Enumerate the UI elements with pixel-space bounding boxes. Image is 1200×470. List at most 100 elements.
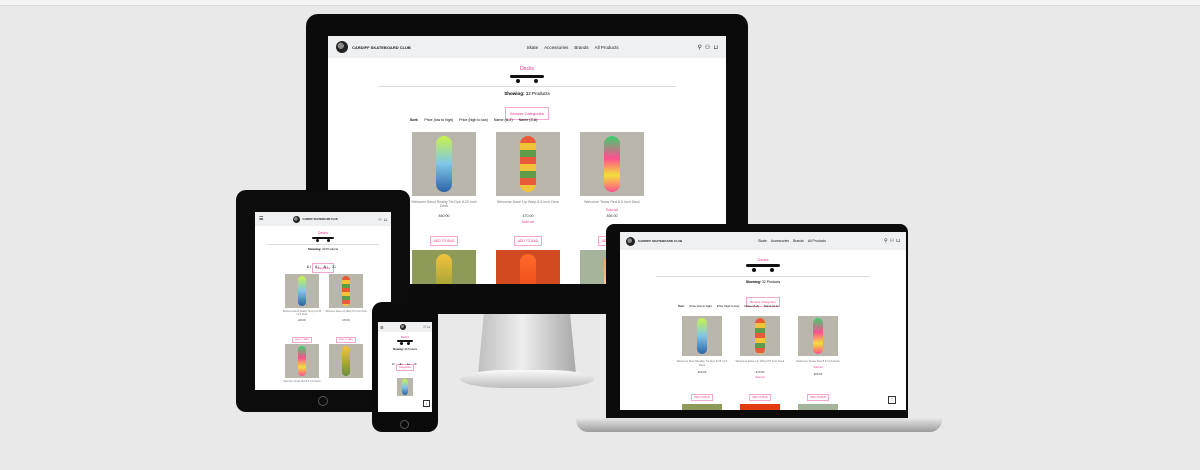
product-image[interactable]: [329, 274, 363, 308]
sort-price-asc[interactable]: £↑: [392, 362, 395, 366]
add-to-bag-button[interactable]: ADD TO BAG: [292, 337, 312, 343]
divider: [267, 244, 379, 245]
add-to-bag-button[interactable]: ADD TO BAG: [513, 236, 543, 246]
nav-link-all-products[interactable]: All Products: [808, 239, 826, 243]
sort-price-desc[interactable]: £↓: [400, 362, 403, 366]
bag-icon[interactable]: ⊔: [713, 44, 718, 51]
user-icon[interactable]: ⚇: [378, 217, 382, 222]
menu-icon[interactable]: ☰: [259, 216, 263, 222]
nav-link-brands[interactable]: Brands: [793, 239, 804, 243]
sort-price-asc[interactable]: Price (low to high): [424, 118, 453, 122]
showing-count: Showing: 32 Products: [255, 247, 391, 251]
search-icon[interactable]: ⚲: [884, 238, 888, 244]
showing-count: Showing: 32 Products: [328, 91, 726, 96]
user-icon[interactable]: ⚇: [423, 325, 426, 329]
deck-graphic: [813, 318, 823, 354]
product-image[interactable]: [329, 344, 363, 378]
sort-label: Sort:: [410, 118, 419, 122]
deck-graphic: [604, 136, 620, 192]
sort-name-desc[interactable]: Z↓: [414, 362, 417, 366]
sort-price-asc[interactable]: Price (low to high): [690, 304, 712, 308]
brand-name[interactable]: CARDIFF SKATEBOARD CLUB: [638, 239, 682, 243]
user-icon[interactable]: ⚇: [890, 238, 894, 244]
logo-icon[interactable]: [293, 215, 301, 223]
sort-icons: £↑ £↓ A↓ Z↓: [392, 362, 418, 366]
product-image[interactable]: [412, 250, 476, 284]
sort-name-desc[interactable]: Name (Z-A): [764, 304, 779, 308]
product-name[interactable]: Welcome Bend Reality Tie Dye 8.25 Inch D…: [281, 310, 323, 316]
product-name[interactable]: Welcome Bend Reality Tie Dye 8.25 Inch D…: [408, 200, 480, 208]
product-name[interactable]: Welcome Dave Lip Warp 8.5 Inch Deck: [325, 310, 367, 313]
deck-graphic: [520, 136, 536, 192]
logo-icon[interactable]: [336, 41, 348, 53]
sort-price-asc[interactable]: £↑: [307, 264, 311, 269]
product-image[interactable]: [798, 404, 838, 410]
sort-price-desc[interactable]: Price (high to low): [717, 304, 739, 308]
sort-name-asc[interactable]: Name (A-Z): [744, 304, 759, 308]
brand-name[interactable]: CARDIFF SKATEBOARD CLUB: [302, 218, 337, 221]
brand-name[interactable]: CARDIFF SKATEBOARD CLUB: [352, 45, 411, 50]
laptop-base: [576, 418, 942, 432]
sort-name-desc[interactable]: Name (Z-A): [519, 118, 538, 122]
nav-link-brands[interactable]: Brands: [574, 45, 588, 50]
product-name[interactable]: Welcome Dave Lip Warp 8.5 Inch Deck: [492, 200, 564, 204]
showing-count: Showing: 32 Products: [620, 280, 906, 284]
sort-price-desc[interactable]: £↓: [315, 264, 319, 269]
product-image[interactable]: [682, 404, 722, 410]
logo-icon[interactable]: [626, 236, 635, 246]
showing-label: Showing:: [307, 247, 322, 251]
product-image[interactable]: [580, 132, 644, 196]
logo-icon[interactable]: [399, 324, 406, 330]
deck-graphic: [298, 276, 306, 306]
add-to-bag-button[interactable]: ADD TO BAG: [429, 236, 459, 246]
tablet-home-button: [318, 396, 328, 406]
sort-price-desc[interactable]: Price (high to low): [459, 118, 488, 122]
showing-label: Showing:: [392, 348, 404, 351]
back-to-top-button[interactable]: ↑: [888, 396, 896, 404]
back-to-top-button[interactable]: ↑: [423, 400, 430, 407]
product-image[interactable]: [740, 404, 780, 410]
search-icon[interactable]: ⚲: [698, 44, 702, 51]
laptop-screen: CARDIFF SKATEBOARD CLUB Skate Accessorie…: [620, 232, 906, 410]
product-image[interactable]: [740, 316, 780, 356]
navbar: CARDIFF SKATEBOARD CLUB Skate Accessorie…: [328, 36, 726, 58]
sort-name-asc[interactable]: A↓: [407, 362, 411, 366]
user-icon[interactable]: ⚇: [705, 44, 710, 51]
add-to-bag-button[interactable]: ADD TO BAG: [807, 394, 829, 401]
product-price: £65.00: [813, 372, 823, 376]
bag-icon[interactable]: ⊔: [384, 217, 387, 222]
product-image[interactable]: [682, 316, 722, 356]
nav-links: Skate Accessories Brands All Products: [702, 239, 882, 243]
menu-icon[interactable]: ☰: [380, 325, 384, 330]
add-to-bag-button[interactable]: ADD TO BAG: [749, 394, 771, 401]
sort-name-asc[interactable]: A↓: [323, 264, 328, 269]
product-image[interactable]: [397, 378, 413, 396]
product-image[interactable]: [412, 132, 476, 196]
product-name[interactable]: Welcome Texas Red 8.5 Inch Deck: [792, 359, 844, 363]
product-image[interactable]: [496, 132, 560, 196]
product-image[interactable]: [496, 250, 560, 284]
product-name[interactable]: Welcome Texas Red 8.5 Inch Deck: [281, 380, 323, 383]
bag-icon[interactable]: ⊔: [427, 325, 430, 329]
add-to-bag-button[interactable]: ADD TO BAG: [336, 337, 356, 343]
product-price: £65.00: [606, 214, 618, 218]
category-title: Decks: [757, 257, 769, 262]
product-image[interactable]: [285, 344, 319, 378]
product-image[interactable]: [798, 316, 838, 356]
product-image[interactable]: [285, 274, 319, 308]
sort-name-asc[interactable]: Name (A-Z): [494, 118, 513, 122]
nav-link-skate[interactable]: Skate: [758, 239, 767, 243]
monitor-stand-base: [460, 370, 594, 388]
nav-link-accessories[interactable]: Accessories: [544, 45, 568, 50]
nav-link-skate[interactable]: Skate: [527, 45, 539, 50]
deck-graphic: [755, 318, 765, 354]
product-name[interactable]: Welcome Texas Red 8.5 Inch Deck: [576, 200, 648, 204]
nav-link-all-products[interactable]: All Products: [595, 45, 619, 50]
nav-link-accessories[interactable]: Accessories: [771, 239, 789, 243]
sort-name-desc[interactable]: Z↓: [332, 264, 336, 269]
bag-icon[interactable]: ⊔: [896, 238, 900, 244]
product-name[interactable]: Welcome Dave Lip Warp 8.5 Inch Deck: [734, 359, 786, 363]
add-to-bag-button[interactable]: ADD TO BAG: [691, 394, 713, 401]
product-name[interactable]: Welcome Bend Reality Tie Dye 8.25 Inch D…: [676, 359, 728, 367]
stock-status: Sold out: [755, 376, 765, 379]
